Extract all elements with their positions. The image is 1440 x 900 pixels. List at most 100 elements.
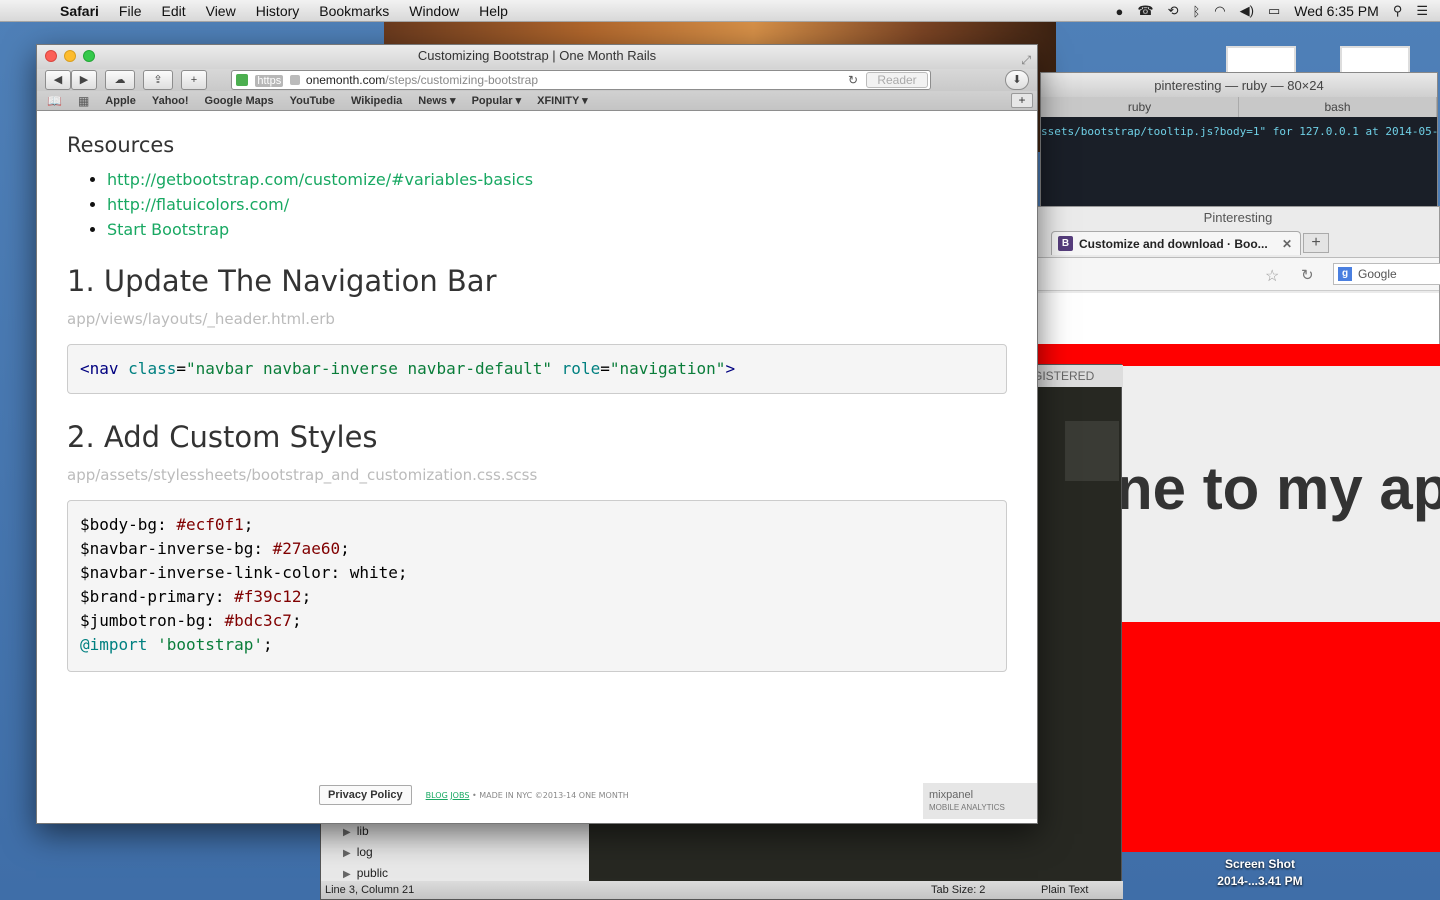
menu-window[interactable]: Window [399, 3, 469, 19]
fullscreen-icon[interactable]: ⤢ [1021, 49, 1031, 71]
close-tab-icon[interactable]: ✕ [1282, 237, 1292, 251]
menu-help[interactable]: Help [469, 3, 518, 19]
reader-button[interactable]: Reader [866, 72, 928, 88]
desktop-icon-label[interactable]: Screen Shot 2014-...3.41 PM [1200, 856, 1320, 890]
chrome-tab-label: Customize and download · Boo... [1079, 236, 1268, 251]
mixpanel-logo: mixpanel [929, 789, 974, 801]
resources-list: http://getbootstrap.com/customize/#varia… [107, 167, 1007, 242]
bluetooth-icon[interactable]: ᛒ [1192, 4, 1200, 19]
bookmark-popular[interactable]: Popular ▾ [472, 94, 522, 107]
privacy-policy-button[interactable]: Privacy Policy [319, 785, 412, 805]
chrome-page-area [1037, 293, 1439, 345]
terminal-window[interactable]: pinteresting — ruby — 80×24 ruby bash ss… [1040, 72, 1438, 212]
mixpanel-badge[interactable]: mixpanel MOBILE ANALYTICS [923, 783, 1037, 819]
url-host: onemonth.com [305, 73, 386, 87]
list-item: http://getbootstrap.com/customize/#varia… [107, 167, 1007, 192]
downloads-button[interactable]: ⬇ [1005, 70, 1029, 90]
reload-page-icon[interactable]: ↻ [848, 71, 858, 89]
spotlight-search-icon[interactable]: ⚲ [1393, 3, 1403, 19]
safari-window[interactable]: Customizing Bootstrap | One Month Rails … [36, 44, 1038, 824]
chrome-tab[interactable]: B Customize and download · Boo... ✕ [1051, 231, 1301, 255]
menubar-clock[interactable]: Wed 6:35 PM [1294, 3, 1379, 19]
desktop-icon-label-line2: 2014-...3.41 PM [1217, 874, 1303, 888]
terminal-tab-bash[interactable]: bash [1239, 97, 1437, 117]
site-favicon-icon [236, 74, 248, 86]
terminal-title: pinteresting — ruby — 80×24 [1041, 73, 1437, 97]
list-item: Start Bootstrap [107, 217, 1007, 242]
chrome-toolbar: ☆ ↻ g Google [1037, 257, 1440, 291]
footer-credit: • MADE IN NYC ©2013-14 ONE MONTH [471, 790, 629, 800]
reading-list-icon[interactable]: 📖 [47, 94, 62, 108]
editor-sidebar: ▶ lib ▶ log ▶ public [321, 821, 589, 885]
resource-link-flatuicolors[interactable]: http://flatuicolors.com/ [107, 195, 289, 214]
list-item: http://flatuicolors.com/ [107, 192, 1007, 217]
bootstrap-favicon-icon: B [1058, 236, 1073, 251]
top-sites-icon[interactable]: ▦ [78, 94, 89, 108]
close-window-button[interactable] [45, 50, 57, 62]
menu-history[interactable]: History [246, 3, 310, 19]
menu-file[interactable]: File [109, 3, 152, 19]
resource-link-start-bootstrap[interactable]: Start Bootstrap [107, 220, 229, 239]
section-1-title: 1. Update The Navigation Bar [67, 264, 497, 298]
phone-icon[interactable]: ☎ [1137, 3, 1153, 19]
blog-link[interactable]: BLOG [426, 791, 448, 800]
new-tab-button[interactable]: + [1303, 233, 1329, 253]
url-path: /steps/customizing-bootstrap [385, 73, 539, 87]
folder-log[interactable]: ▶ log [321, 842, 589, 863]
page-heading: ne to my ap [1116, 455, 1440, 522]
safari-toolbar: ◀ ▶ ☁ ⇪ + https onemonth.com/steps/custo… [37, 69, 1037, 91]
bookmark-star-icon[interactable]: ☆ [1265, 266, 1279, 286]
safari-title-bar: Customizing Bootstrap | One Month Rails … [37, 45, 1037, 69]
menu-bar: Safari File Edit View History Bookmarks … [0, 0, 1440, 22]
disclosure-triangle-icon[interactable]: ▶ [343, 827, 351, 838]
menu-view[interactable]: View [196, 3, 246, 19]
chrome-window[interactable]: Pinteresting B Customize and download · … [1036, 206, 1440, 356]
menu-app-name[interactable]: Safari [50, 3, 109, 19]
new-tab-plus-button[interactable]: + [181, 70, 207, 90]
folder-lib[interactable]: ▶ lib [321, 821, 589, 842]
add-tab-button[interactable]: + [1011, 93, 1033, 108]
forward-button[interactable]: ▶ [71, 70, 97, 90]
bookmark-apple[interactable]: Apple [105, 95, 136, 107]
wifi-icon[interactable]: ◠ [1214, 3, 1225, 19]
bookmark-wikipedia[interactable]: Wikipedia [351, 95, 402, 107]
footer-links: BLOG JOBS • MADE IN NYC ©2013-14 ONE MON… [426, 791, 629, 800]
bookmark-youtube[interactable]: YouTube [290, 95, 335, 107]
back-button[interactable]: ◀ [45, 70, 71, 90]
bookmark-news[interactable]: News ▾ [418, 94, 455, 107]
google-search-placeholder: Google [1358, 267, 1397, 281]
reload-icon[interactable]: ↻ [1301, 266, 1314, 284]
zoom-window-button[interactable] [83, 50, 95, 62]
notification-center-icon[interactable]: ☰ [1416, 3, 1428, 19]
resources-heading: Resources [67, 133, 175, 157]
bookmark-xfinity[interactable]: XFINITY ▾ [537, 94, 588, 107]
bookmarks-bar: 📖 ▦ Apple Yahoo! Google Maps YouTube Wik… [37, 91, 1037, 111]
time-machine-icon[interactable]: ⟲ [1168, 3, 1179, 19]
resource-link-bootstrap-customize[interactable]: http://getbootstrap.com/customize/#varia… [107, 170, 533, 189]
icloud-tabs-button[interactable]: ☁ [105, 70, 135, 90]
section-2-code-block: $body-bg: #ecf0f1; $navbar-inverse-bg: #… [67, 500, 1007, 672]
editor-minimap[interactable] [1065, 421, 1119, 481]
syntax-mode[interactable]: Plain Text [1041, 881, 1089, 899]
tab-size[interactable]: Tab Size: 2 [931, 881, 985, 899]
page-footer: Privacy Policy BLOG JOBS • MADE IN NYC ©… [319, 785, 629, 805]
bookmark-google-maps[interactable]: Google Maps [205, 95, 274, 107]
menu-bookmarks[interactable]: Bookmarks [309, 3, 399, 19]
battery-icon[interactable]: ▭ [1268, 3, 1280, 19]
volume-icon[interactable]: ◀) [1240, 3, 1254, 19]
terminal-output-line: ssets/bootstrap/tooltip.js?body=1" for 1… [1041, 125, 1437, 138]
bookmark-yahoo[interactable]: Yahoo! [152, 95, 189, 107]
address-bar[interactable]: https onemonth.com/steps/customizing-boo… [231, 70, 931, 90]
jobs-link[interactable]: JOBS [450, 791, 469, 800]
disclosure-triangle-icon[interactable]: ▶ [343, 869, 351, 880]
share-button[interactable]: ⇪ [143, 70, 173, 90]
google-search-field[interactable]: g Google [1333, 263, 1440, 285]
evernote-icon[interactable]: ● [1116, 4, 1124, 19]
disclosure-triangle-icon[interactable]: ▶ [343, 848, 351, 859]
terminal-tab-ruby[interactable]: ruby [1041, 97, 1239, 117]
menu-edit[interactable]: Edit [151, 3, 195, 19]
minimize-window-button[interactable] [64, 50, 76, 62]
section-1-code-block: <nav class="navbar navbar-inverse navbar… [67, 344, 1007, 394]
section-2-title: 2. Add Custom Styles [67, 420, 378, 454]
page-content: Resources http://getbootstrap.com/custom… [37, 113, 1037, 823]
